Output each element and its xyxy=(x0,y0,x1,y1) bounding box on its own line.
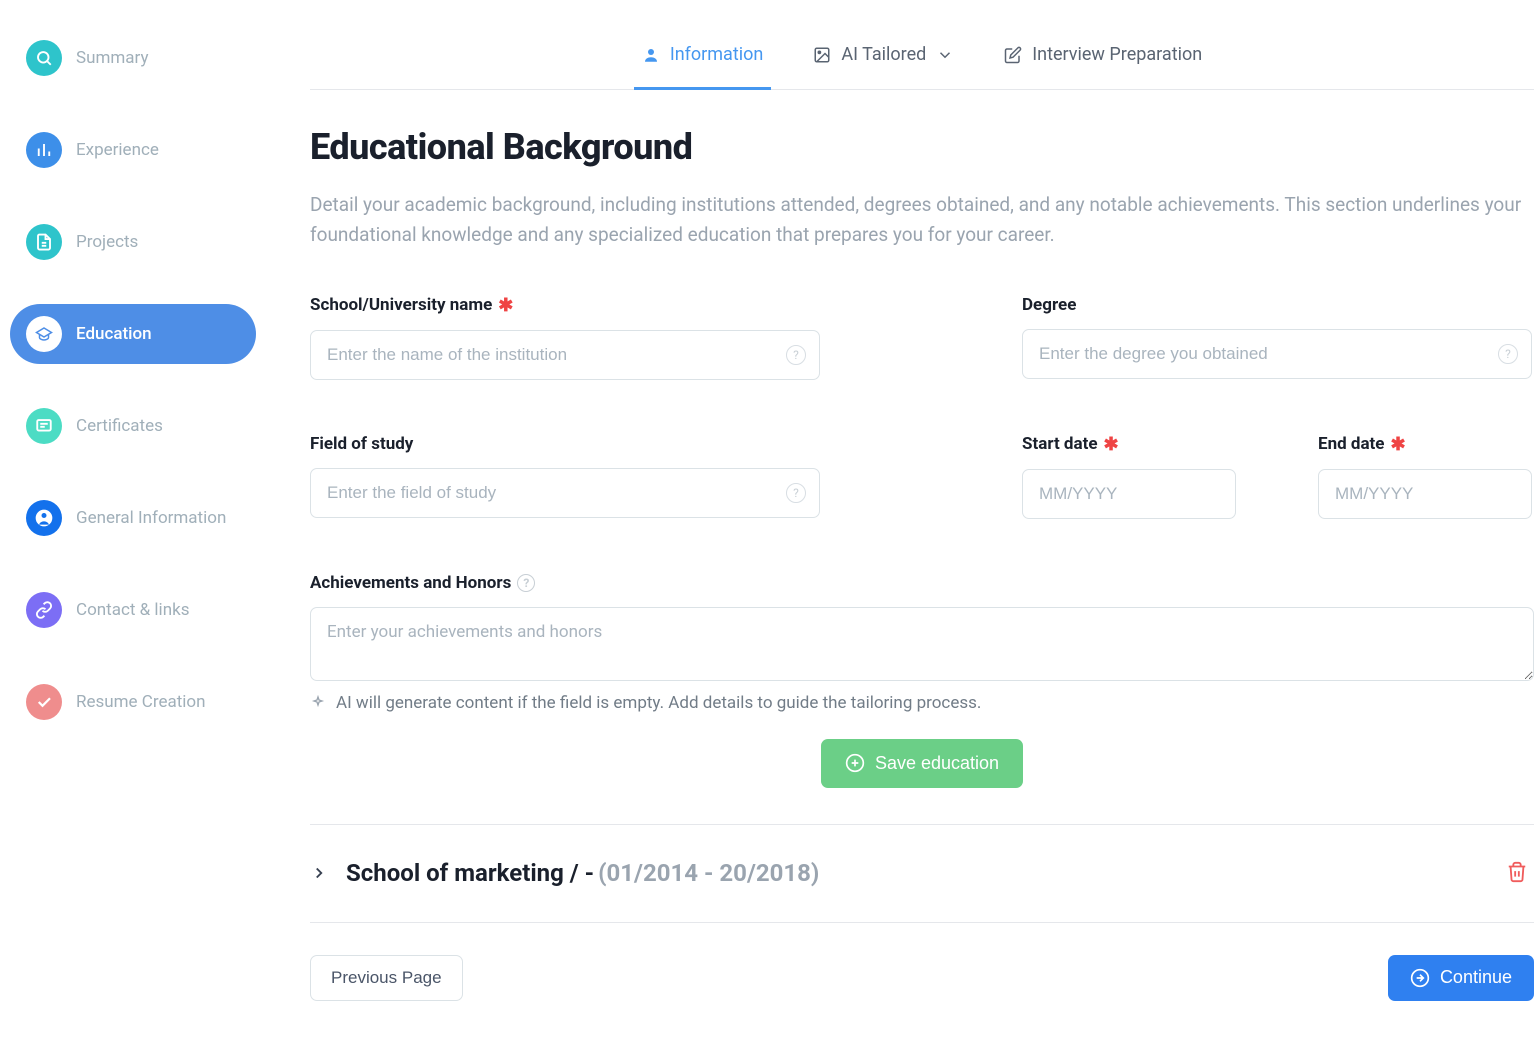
search-icon xyxy=(26,40,62,76)
start-date-input[interactable] xyxy=(1022,469,1236,519)
tab-label: Information xyxy=(670,44,764,65)
ai-hint: AI will generate content if the field is… xyxy=(310,693,1534,713)
tab-ai-tailored[interactable]: AI Tailored xyxy=(805,28,962,89)
sidebar-item-label: Projects xyxy=(76,232,138,252)
sidebar-item-label: Education xyxy=(76,324,152,344)
end-date-label: End date ✱ xyxy=(1318,434,1532,455)
sidebar-item-resume-creation[interactable]: Resume Creation xyxy=(10,672,256,732)
sidebar: Summary Experience Projects Education Ce… xyxy=(0,28,256,1058)
edit-icon xyxy=(1004,46,1022,64)
sidebar-item-certificates[interactable]: Certificates xyxy=(10,396,256,456)
delete-entry-button[interactable] xyxy=(1500,855,1534,892)
field-label: Field of study xyxy=(310,434,820,454)
sidebar-item-general-info[interactable]: General Information xyxy=(10,488,256,548)
tab-label: AI Tailored xyxy=(841,44,926,65)
entry-dates: (01/2014 - 20/2018) xyxy=(598,859,819,887)
entry-title: School of marketing / - xyxy=(346,859,594,887)
sidebar-item-contact[interactable]: Contact & links xyxy=(10,580,256,640)
end-date-input[interactable] xyxy=(1318,469,1532,519)
school-input[interactable] xyxy=(310,330,820,380)
sidebar-item-label: Summary xyxy=(76,48,148,68)
link-icon xyxy=(26,592,62,628)
education-entry[interactable]: School of marketing / - (01/2014 - 20/20… xyxy=(310,824,1534,922)
degree-label: Degree xyxy=(1022,295,1532,315)
help-icon[interactable]: ? xyxy=(786,345,806,365)
previous-page-button[interactable]: Previous Page xyxy=(310,955,463,1001)
sidebar-item-projects[interactable]: Projects xyxy=(10,212,256,272)
sidebar-item-label: Certificates xyxy=(76,416,163,436)
required-icon: ✱ xyxy=(1391,434,1406,455)
chevron-down-icon xyxy=(936,46,954,64)
chevron-right-icon xyxy=(310,864,328,882)
sparkle-icon xyxy=(310,695,326,711)
check-icon xyxy=(26,684,62,720)
tab-interview-prep[interactable]: Interview Preparation xyxy=(996,28,1210,89)
user-icon xyxy=(642,46,660,64)
plus-circle-icon xyxy=(845,753,865,773)
user-circle-icon xyxy=(26,500,62,536)
certificate-icon xyxy=(26,408,62,444)
required-icon: ✱ xyxy=(498,295,513,316)
page-title: Educational Background xyxy=(310,126,1534,168)
bar-chart-icon xyxy=(26,132,62,168)
page-description: Detail your academic background, includi… xyxy=(310,190,1534,251)
continue-button[interactable]: Continue xyxy=(1388,955,1534,1001)
sidebar-item-education[interactable]: Education xyxy=(10,304,256,364)
degree-input[interactable] xyxy=(1022,329,1532,379)
sidebar-item-label: General Information xyxy=(76,508,226,528)
sidebar-item-summary[interactable]: Summary xyxy=(10,28,256,88)
help-icon[interactable]: ? xyxy=(786,483,806,503)
start-date-label: Start date ✱ xyxy=(1022,434,1236,455)
sidebar-item-label: Resume Creation xyxy=(76,692,205,712)
school-label: School/University name ✱ xyxy=(310,295,820,316)
required-icon: ✱ xyxy=(1104,434,1119,455)
main: Information AI Tailored Interview Prepar… xyxy=(256,28,1536,1058)
document-icon xyxy=(26,224,62,260)
sidebar-item-label: Contact & links xyxy=(76,600,189,620)
field-input[interactable] xyxy=(310,468,820,518)
sidebar-item-experience[interactable]: Experience xyxy=(10,120,256,180)
image-icon xyxy=(813,46,831,64)
help-icon[interactable]: ? xyxy=(517,574,535,592)
achievements-textarea[interactable] xyxy=(310,607,1534,681)
achievements-label: Achievements and Honors ? xyxy=(310,573,1534,593)
tab-label: Interview Preparation xyxy=(1032,44,1202,65)
sidebar-item-label: Experience xyxy=(76,140,159,160)
tabs: Information AI Tailored Interview Prepar… xyxy=(310,28,1534,90)
tab-information[interactable]: Information xyxy=(634,28,772,89)
save-education-button[interactable]: Save education xyxy=(821,739,1023,788)
graduation-cap-icon xyxy=(26,316,62,352)
arrow-circle-right-icon xyxy=(1410,968,1430,988)
trash-icon xyxy=(1506,861,1528,883)
help-icon[interactable]: ? xyxy=(1498,344,1518,364)
